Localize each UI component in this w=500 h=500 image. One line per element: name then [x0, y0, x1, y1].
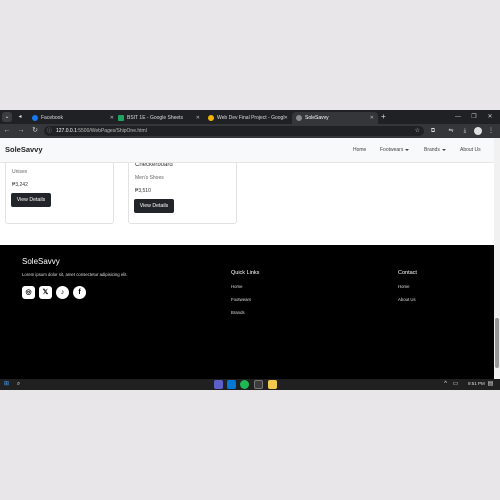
- tab-solesavvy[interactable]: SoleSavvy ✕: [292, 112, 378, 124]
- footer-description: Lorem ipsum dolor sit, amet consectetur …: [22, 272, 128, 277]
- tab-search-icon[interactable]: ⌄: [2, 112, 12, 122]
- close-icon[interactable]: ✕: [370, 112, 374, 124]
- tab-google-sheets[interactable]: BSIT 1E - Google Sheets ✕: [114, 112, 204, 124]
- minimize-icon[interactable]: —: [450, 110, 466, 124]
- tab-web-dev[interactable]: Web Dev Final Project - Googl ✕: [204, 112, 292, 124]
- site-footer: SoleSavvy Lorem ipsum dolor sit, amet co…: [0, 245, 494, 379]
- restore-icon[interactable]: ❐: [466, 110, 482, 124]
- card-category: Unisex: [12, 169, 28, 175]
- caret-down-icon: [441, 148, 446, 151]
- back-icon[interactable]: ←: [2, 126, 12, 136]
- window-close-icon[interactable]: ✕: [482, 110, 498, 124]
- nav-home[interactable]: Home: [353, 147, 366, 153]
- address-bar[interactable]: ⓘ 127.0.0.1:5500/WebPages/ShipOne.html ☆: [44, 126, 424, 136]
- tab-title: SoleSavvy: [305, 115, 329, 121]
- nav-about-us[interactable]: About Us: [460, 147, 481, 153]
- facebook-favicon-icon: [32, 115, 38, 121]
- footer-link-home[interactable]: Home: [231, 284, 242, 289]
- file-explorer-app-icon[interactable]: [268, 380, 277, 389]
- contact-heading: Contact: [398, 270, 417, 276]
- bookmark-star-icon[interactable]: ☆: [415, 126, 420, 136]
- tiktok-icon[interactable]: ♪: [56, 286, 69, 299]
- profile-avatar[interactable]: [474, 127, 482, 135]
- contact-link-about-us[interactable]: About Us: [398, 297, 416, 302]
- quick-links-heading: Quick Links: [231, 270, 260, 276]
- page-scrollbar[interactable]: [494, 138, 500, 379]
- close-icon[interactable]: ✕: [284, 112, 288, 124]
- contact-link-home[interactable]: Home: [398, 284, 409, 289]
- url-path: :5500/WebPages/ShipOne.html: [76, 128, 147, 134]
- globe-favicon-icon: [296, 115, 302, 121]
- footer-brand: SoleSavvy: [22, 257, 60, 266]
- url-host: 127.0.0.1: [56, 128, 77, 134]
- download-icon[interactable]: ⤓: [460, 126, 470, 136]
- view-details-button[interactable]: View Details: [11, 193, 51, 207]
- screen: ⌄ ◂ Facebook ✕ BSIT 1E - Google Sheets ✕…: [0, 110, 500, 390]
- nav-label: Footwears: [380, 147, 404, 153]
- windows-start-icon[interactable]: ⊞: [3, 381, 10, 388]
- notification-icon[interactable]: ▤: [487, 381, 494, 388]
- tab-strip: ⌄ ◂ Facebook ✕ BSIT 1E - Google Sheets ✕…: [0, 110, 500, 124]
- facebook-icon[interactable]: f: [73, 286, 86, 299]
- tab-title: BSIT 1E - Google Sheets: [127, 115, 184, 121]
- vscode-app-icon[interactable]: [227, 380, 236, 389]
- new-tab-icon[interactable]: +: [381, 111, 386, 123]
- scrollbar-thumb[interactable]: [495, 318, 499, 368]
- teams-app-icon[interactable]: [214, 380, 223, 389]
- site-info-icon[interactable]: ⓘ: [47, 126, 52, 136]
- close-icon[interactable]: ✕: [196, 112, 200, 124]
- forward-icon[interactable]: →: [16, 126, 26, 136]
- reload-icon[interactable]: ↻: [30, 126, 40, 136]
- tray-chevron-icon[interactable]: ^: [442, 381, 449, 388]
- drive-favicon-icon: [208, 115, 214, 121]
- taskbar: ⊞ ⌕ ^ ▭ 9:51 PM ▤: [0, 379, 500, 390]
- extensions-icon[interactable]: ⧉: [428, 126, 438, 136]
- search-icon[interactable]: ⌕: [15, 381, 22, 388]
- tab-title: Facebook: [41, 115, 63, 121]
- network-icon[interactable]: ▭: [452, 381, 459, 388]
- caret-down-icon: [405, 148, 410, 151]
- x-icon[interactable]: 𝕏: [39, 286, 52, 299]
- spotify-app-icon[interactable]: [240, 380, 249, 389]
- toolbar: ← → ↻ ⓘ 127.0.0.1:5500/WebPages/ShipOne.…: [0, 124, 500, 138]
- audio-icon[interactable]: ◂: [15, 112, 25, 122]
- nav-brands[interactable]: Brands: [424, 147, 446, 153]
- card-price: ₱3,242: [12, 182, 28, 188]
- menu-icon[interactable]: ⋮: [486, 126, 496, 136]
- site-navbar: SoleSavvy Home Footwears Brands About Us: [0, 138, 494, 163]
- card-category: Men's Shoes: [135, 175, 164, 181]
- view-details-button[interactable]: View Details: [134, 199, 174, 213]
- sheets-favicon-icon: [118, 115, 124, 121]
- footer-link-footwears[interactable]: Footwears: [231, 297, 251, 302]
- nav-footwears[interactable]: Footwears: [380, 147, 410, 153]
- translate-icon[interactable]: ⇋: [446, 126, 456, 136]
- clock[interactable]: 9:51 PM: [468, 381, 485, 386]
- page-viewport: Unisex ₱3,242 View Details Checkerboard …: [0, 138, 494, 379]
- chrome-app-icon[interactable]: [254, 380, 263, 389]
- nav-label: Brands: [424, 147, 440, 153]
- card-price: ₱3,510: [135, 188, 151, 194]
- footer-link-brands[interactable]: Brands: [231, 310, 245, 315]
- instagram-icon[interactable]: ◎: [22, 286, 35, 299]
- site-brand[interactable]: SoleSavvy: [5, 145, 43, 154]
- tab-title: Web Dev Final Project - Googl: [217, 115, 285, 121]
- tab-facebook[interactable]: Facebook ✕: [28, 112, 118, 124]
